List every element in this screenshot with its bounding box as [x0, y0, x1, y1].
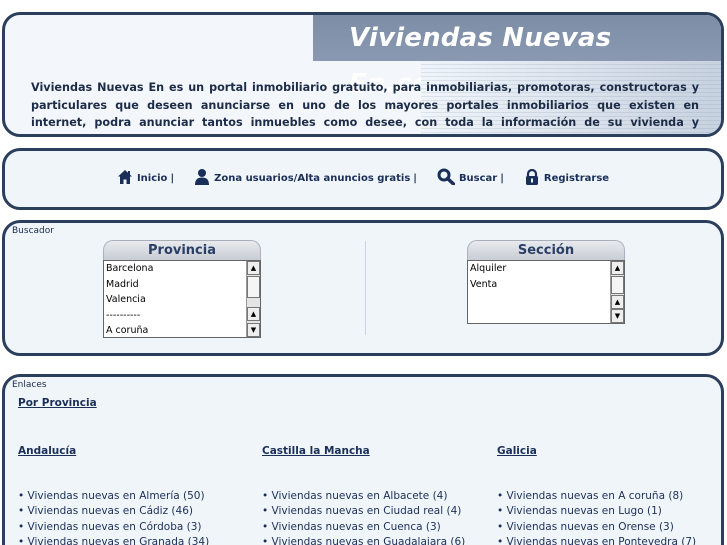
castilla-list: • Viviendas nuevas en Albacete (4) • Viv… [262, 489, 465, 545]
list-item[interactable]: • Viviendas nuevas en Cuenca (3) [262, 520, 465, 535]
list-item[interactable]: • Viviendas nuevas en Cádiz (46) [18, 504, 209, 519]
scroll-down-icon[interactable]: ▼ [611, 309, 624, 323]
provincia-select: Provincia Barcelona Madrid Valencia ----… [103, 240, 261, 338]
list-item[interactable]: • Viviendas nuevas en Granada (34) [18, 535, 209, 545]
por-provincia-link[interactable]: Por Provincia [18, 397, 97, 409]
provincia-option[interactable]: ---------- [104, 308, 260, 324]
list-item[interactable]: • Viviendas nuevas en Orense (3) [497, 520, 696, 535]
galicia-list: • Viviendas nuevas en A coruña (8) • Viv… [497, 489, 696, 545]
list-item[interactable]: • Viviendas nuevas en Córdoba (3) [18, 520, 209, 535]
provincia-option[interactable]: A coruña [104, 323, 260, 339]
seccion-scrollbar[interactable]: ▲ ▲ ▼ [610, 261, 624, 323]
list-item[interactable]: • Viviendas nuevas en Lugo (1) [497, 504, 696, 519]
provincia-option[interactable]: Valencia [104, 292, 260, 308]
header-panel: Viviendas Nuevas En.com Viviendas Nuevas… [2, 12, 724, 137]
list-item[interactable]: • Viviendas nuevas en Pontevedra (7) [497, 535, 696, 545]
scroll-up-icon[interactable]: ▲ [247, 307, 260, 321]
lock-icon [524, 168, 540, 188]
nav-zona-usuarios-label[interactable]: Zona usuarios/Alta anuncios gratis [214, 173, 410, 184]
scroll-up-icon[interactable]: ▲ [611, 295, 624, 309]
seccion-title: Sección [467, 240, 625, 260]
nav-inicio-label[interactable]: Inicio [137, 173, 168, 184]
region-link-castilla-la-mancha[interactable]: Castilla la Mancha [262, 445, 370, 457]
provincia-option[interactable]: Barcelona [104, 261, 260, 277]
scroll-up-icon[interactable]: ▲ [611, 261, 624, 275]
region-link-andalucia[interactable]: Andalucía [18, 445, 76, 457]
buscador-divider [365, 241, 366, 335]
scroll-thumb[interactable] [247, 276, 260, 298]
enlaces-label: Enlaces [12, 380, 47, 390]
user-icon [194, 168, 210, 188]
provincia-scrollbar[interactable]: ▲ ▲ ▼ [246, 261, 260, 337]
site-title: Viviendas Nuevas En.com [313, 15, 721, 99]
andalucia-list: • Viviendas nuevas en Almería (50) • Viv… [18, 489, 209, 545]
nav-inicio[interactable]: Inicio | [117, 169, 174, 188]
enlaces-panel: Enlaces Por Provincia Andalucía Castilla… [2, 374, 724, 545]
seccion-option[interactable]: Venta [468, 277, 624, 293]
nav-buscar[interactable]: Buscar | [437, 168, 504, 188]
scroll-thumb[interactable] [611, 276, 624, 294]
main-nav: Inicio | Zona usuarios/Alta anuncios gra… [2, 148, 724, 210]
nav-registrarse-label[interactable]: Registrarse [544, 173, 609, 184]
nav-separator: | [170, 172, 175, 184]
seccion-select: Sección Alquiler Venta ▲ ▲ ▼ [467, 240, 625, 324]
provincia-title: Provincia [103, 240, 261, 260]
list-item[interactable]: • Viviendas nuevas en Almería (50) [18, 489, 209, 504]
buscador-label: Buscador [12, 226, 54, 236]
seccion-option[interactable]: Alquiler [468, 261, 624, 277]
list-item[interactable]: • Viviendas nuevas en A coruña (8) [497, 489, 696, 504]
region-link-galicia[interactable]: Galicia [497, 445, 537, 457]
list-item[interactable]: • Viviendas nuevas en Guadalajara (6) [262, 535, 465, 545]
scroll-down-icon[interactable]: ▼ [247, 323, 260, 337]
nav-separator: | [500, 172, 504, 184]
nav-registrarse[interactable]: Registrarse [524, 168, 609, 188]
provincia-option[interactable]: Madrid [104, 277, 260, 293]
nav-buscar-label[interactable]: Buscar [459, 173, 497, 184]
scroll-up-icon[interactable]: ▲ [247, 261, 260, 275]
provincia-listbox[interactable]: Barcelona Madrid Valencia ---------- A c… [103, 260, 261, 338]
seccion-listbox[interactable]: Alquiler Venta ▲ ▲ ▼ [467, 260, 625, 324]
nav-separator: | [413, 172, 417, 184]
list-item[interactable]: • Viviendas nuevas en Ciudad real (4) [262, 504, 465, 519]
search-icon [437, 168, 456, 188]
list-item[interactable]: • Viviendas nuevas en Albacete (4) [262, 489, 465, 504]
buscador-panel: Buscador Provincia Barcelona Madrid Vale… [2, 220, 724, 356]
home-icon [117, 169, 133, 188]
site-description: Viviendas Nuevas En es un portal inmobil… [31, 81, 699, 134]
nav-zona-usuarios[interactable]: Zona usuarios/Alta anuncios gratis | [194, 168, 417, 188]
